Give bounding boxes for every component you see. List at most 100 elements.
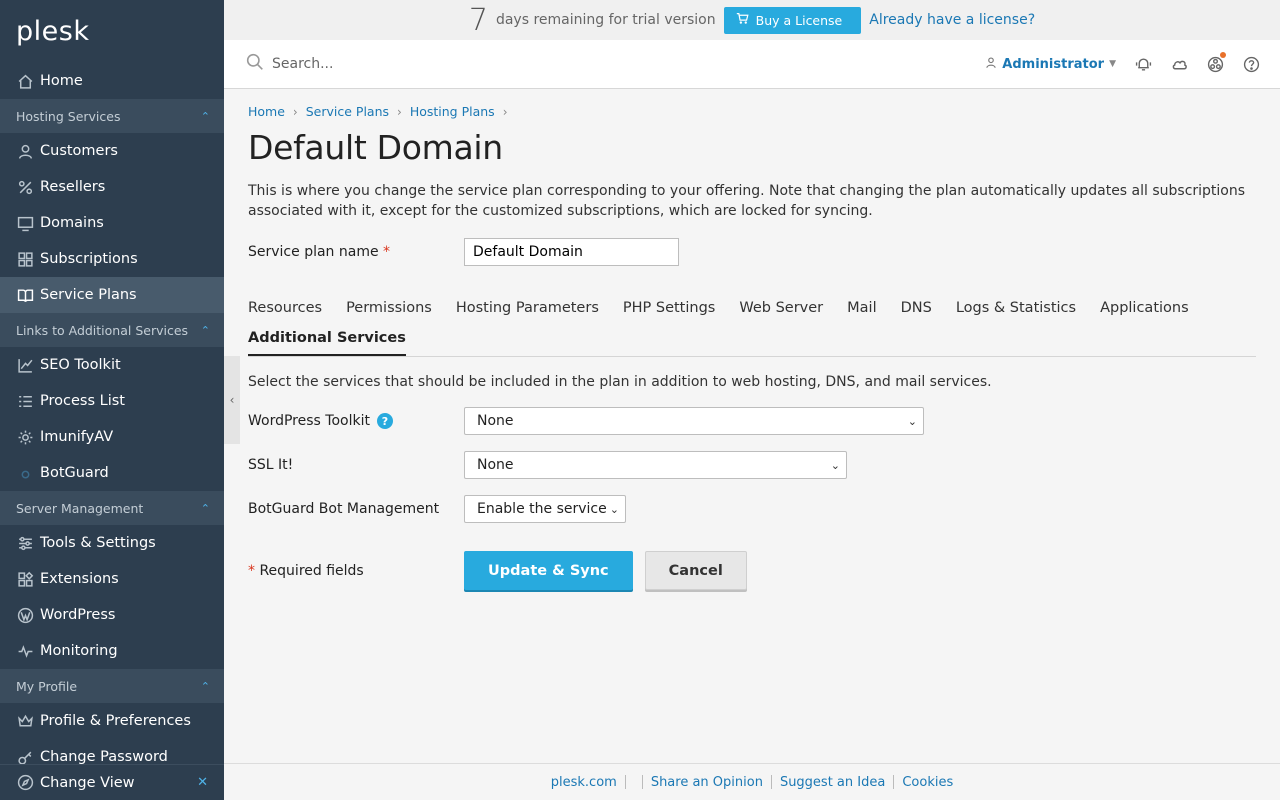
tab-hosting-parameters[interactable]: Hosting Parameters	[456, 296, 599, 326]
sidebar-item-imunifyav[interactable]: ImunifyAV	[0, 419, 224, 455]
chevron-up-icon: ⌃	[200, 501, 210, 515]
breadcrumb: Home › Service Plans › Hosting Plans ›	[248, 104, 1256, 119]
sidebar-section-additional-services[interactable]: Links to Additional Services ⌃	[0, 313, 224, 347]
chart-icon	[16, 356, 34, 374]
sidebar-item-label: SEO Toolkit	[40, 357, 121, 373]
divider	[624, 775, 626, 789]
tab-logs-statistics[interactable]: Logs & Statistics	[956, 296, 1076, 326]
percent-icon	[16, 178, 34, 196]
services-instructions: Select the services that should be inclu…	[248, 374, 992, 390]
tab-mail[interactable]: Mail	[847, 296, 876, 326]
sidebar-item-process-list[interactable]: Process List	[0, 383, 224, 419]
botguard-select[interactable]: Enable the service ⌄	[464, 495, 626, 523]
chevron-right-icon: ›	[502, 104, 508, 119]
sidebar-item-customers[interactable]: Customers	[0, 133, 224, 169]
search-input[interactable]	[272, 56, 792, 72]
page-title: Default Domain	[248, 128, 503, 167]
sidebar-item-extensions[interactable]: Extensions	[0, 561, 224, 597]
required-fields-text: Required fields	[259, 562, 364, 579]
sidebar-change-view[interactable]: Change View ✕	[0, 764, 224, 800]
grid-icon	[16, 250, 34, 268]
compass-icon	[16, 774, 34, 792]
sidebar-section-hosting-services[interactable]: Hosting Services ⌃	[0, 99, 224, 133]
tab-applications[interactable]: Applications	[1100, 296, 1189, 326]
divider	[893, 775, 895, 789]
sidebar-item-service-plans[interactable]: Service Plans	[0, 277, 224, 313]
sidebar-item-label: Customers	[40, 143, 118, 159]
plesk-logo[interactable]: plesk	[0, 0, 224, 63]
tab-permissions[interactable]: Permissions	[346, 296, 432, 326]
sidebar-item-domains[interactable]: Domains	[0, 205, 224, 241]
sidebar-item-subscriptions[interactable]: Subscriptions	[0, 241, 224, 277]
breadcrumb-service-plans[interactable]: Service Plans	[306, 104, 389, 119]
select-value: None	[477, 457, 514, 473]
trial-banner: 7 days remaining for trial version Buy a…	[224, 0, 1280, 40]
cancel-button[interactable]: Cancel	[644, 551, 747, 590]
sidebar-item-profile-preferences[interactable]: Profile & Preferences	[0, 703, 224, 739]
footer-plesk-link[interactable]: plesk.com	[551, 775, 617, 790]
sidebar-item-home[interactable]: Home	[0, 63, 224, 99]
tab-additional-services[interactable]: Additional Services	[248, 326, 406, 356]
help-icon[interactable]	[1242, 55, 1260, 73]
sidebar-item-label: ImunifyAV	[40, 429, 114, 445]
sidebar-item-label: Monitoring	[40, 643, 118, 659]
section-title: Hosting Services	[16, 108, 121, 124]
buy-license-button[interactable]: Buy a License	[723, 6, 862, 34]
botguard-label: BotGuard Bot Management	[248, 501, 440, 517]
chevron-down-icon: ⌄	[830, 458, 840, 472]
footer: plesk.com Share an Opinion Suggest an Id…	[224, 763, 1280, 800]
sidebar-section-my-profile[interactable]: My Profile ⌃	[0, 669, 224, 703]
home-icon	[16, 72, 34, 90]
user-menu[interactable]: Administrator ▼	[985, 56, 1116, 73]
monitoring-icon	[16, 642, 34, 660]
chevron-up-icon: ⌃	[200, 323, 210, 337]
tab-dns[interactable]: DNS	[901, 296, 932, 326]
select-value: Enable the service	[477, 501, 607, 517]
list-icon	[16, 392, 34, 410]
sidebar-item-resellers[interactable]: Resellers	[0, 169, 224, 205]
cart-icon	[736, 12, 749, 28]
sidebar-item-label: Extensions	[40, 571, 119, 587]
sidebar-item-wordpress[interactable]: WordPress	[0, 597, 224, 633]
sidebar-item-label: Service Plans	[40, 287, 137, 303]
book-icon	[16, 286, 34, 304]
footer-share-opinion-link[interactable]: Share an Opinion	[651, 775, 763, 790]
chevron-up-icon: ⌃	[200, 679, 210, 693]
sidebar-item-seo-toolkit[interactable]: SEO Toolkit	[0, 347, 224, 383]
already-have-license-link[interactable]: Already have a license?	[869, 12, 1035, 28]
gear-icon	[16, 428, 34, 446]
tab-php-settings[interactable]: PHP Settings	[623, 296, 715, 326]
sidebar-item-botguard[interactable]: BotGuard	[0, 455, 224, 491]
footer-suggest-idea-link[interactable]: Suggest an Idea	[780, 775, 885, 790]
divider	[770, 775, 772, 789]
plan-tabs: Resources Permissions Hosting Parameters…	[248, 296, 1256, 357]
sidebar-item-label: BotGuard	[40, 465, 109, 481]
sidebar: plesk Home Hosting Services ⌃ Customers …	[0, 0, 224, 800]
footer-cookies-link[interactable]: Cookies	[902, 775, 953, 790]
sidebar-item-label: Subscriptions	[40, 251, 138, 267]
cloud-icon[interactable]	[1170, 55, 1188, 73]
plan-name-input[interactable]	[464, 238, 679, 266]
breadcrumb-home[interactable]: Home	[248, 104, 285, 119]
sidebar-item-monitoring[interactable]: Monitoring	[0, 633, 224, 669]
breadcrumb-hosting-plans[interactable]: Hosting Plans	[410, 104, 495, 119]
tab-resources[interactable]: Resources	[248, 296, 322, 326]
wordpress-toolkit-label: WordPress Toolkit	[248, 413, 370, 429]
ssl-it-select[interactable]: None ⌄	[464, 451, 847, 479]
sidebar-section-server-management[interactable]: Server Management ⌃	[0, 491, 224, 525]
close-icon[interactable]: ✕	[197, 775, 208, 790]
update-sync-button[interactable]: Update & Sync	[464, 551, 633, 590]
notifications-icon[interactable]	[1134, 55, 1152, 73]
extensions-hub-icon[interactable]	[1206, 52, 1226, 73]
sidebar-item-tools-settings[interactable]: Tools & Settings	[0, 525, 224, 561]
chevron-down-icon: ⌄	[907, 414, 917, 428]
wordpress-toolkit-row: WordPress Toolkit? None ⌄	[248, 407, 1256, 435]
sidebar-collapse-handle[interactable]: ‹	[224, 356, 240, 444]
required-marker: *	[383, 244, 391, 260]
chevron-up-icon: ⌃	[200, 109, 210, 123]
tab-web-server[interactable]: Web Server	[739, 296, 823, 326]
plan-name-label-wrap: Service plan name *	[248, 244, 464, 260]
form-actions: * Required fields Update & Sync Cancel	[248, 551, 1256, 590]
wordpress-toolkit-select[interactable]: None ⌄	[464, 407, 924, 435]
help-icon[interactable]: ?	[376, 413, 393, 429]
